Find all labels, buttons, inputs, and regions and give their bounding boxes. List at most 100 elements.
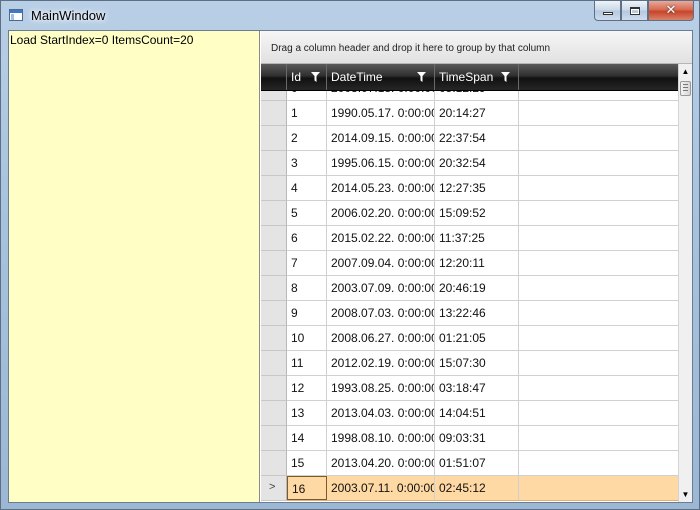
cell-timespan[interactable]: 02:45:12 <box>435 476 519 500</box>
cell-id[interactable]: 6 <box>287 226 327 250</box>
cell-id[interactable]: 3 <box>287 151 327 175</box>
cell-timespan[interactable]: 01:21:05 <box>435 326 519 350</box>
row-header[interactable] <box>261 91 287 101</box>
table-row[interactable]: 10 2008.06.27. 0:00:00 01:21:05 <box>261 326 678 351</box>
cell-datetime[interactable]: 2007.09.04. 0:00:00 <box>327 251 435 275</box>
cell-timespan[interactable]: 09:03:31 <box>435 426 519 450</box>
close-button[interactable]: ✕ <box>648 1 694 21</box>
app-window-icon[interactable] <box>9 9 23 21</box>
cell-datetime[interactable]: 1998.08.10. 0:00:00 <box>327 426 435 450</box>
cell-id[interactable]: 1 <box>287 101 327 125</box>
cell-id[interactable]: 8 <box>287 276 327 300</box>
cell-datetime[interactable]: 2008.07.03. 0:00:00 <box>327 301 435 325</box>
row-header[interactable] <box>261 101 287 126</box>
cell-id[interactable]: 15 <box>287 451 327 475</box>
group-panel[interactable]: Drag a column header and drop it here to… <box>261 31 692 64</box>
cell-datetime[interactable]: 2006.02.20. 0:00:00 <box>327 201 435 225</box>
cell-timespan[interactable]: 22:37:54 <box>435 126 519 150</box>
cell-datetime[interactable]: 2014.09.15. 0:00:00 <box>327 126 435 150</box>
table-row[interactable]: 15 2013.04.20. 0:00:00 01:51:07 <box>261 451 678 476</box>
cell-id[interactable]: 12 <box>287 376 327 400</box>
cell-id[interactable]: 4 <box>287 176 327 200</box>
cell-id[interactable]: 13 <box>287 401 327 425</box>
row-header[interactable] <box>261 151 287 176</box>
table-row[interactable]: 9 2008.07.03. 0:00:00 13:22:46 <box>261 301 678 326</box>
cell-timespan[interactable]: 15:09:52 <box>435 201 519 225</box>
table-row[interactable]: 02003.07.13. 0:00:0005:12:29 <box>261 91 678 101</box>
cell-datetime[interactable]: 1995.06.15. 0:00:00 <box>327 151 435 175</box>
row-header[interactable] <box>261 426 287 451</box>
row-header[interactable] <box>261 176 287 201</box>
scroll-up-arrow-icon[interactable]: ▲ <box>679 64 692 79</box>
cell-timespan[interactable]: 11:37:25 <box>435 226 519 250</box>
cell-timespan[interactable]: 20:46:19 <box>435 276 519 300</box>
cell-datetime[interactable]: 2003.07.13. 0:00:00 <box>327 91 435 100</box>
cell-timespan[interactable]: 12:20:11 <box>435 251 519 275</box>
row-header[interactable]: > <box>261 476 287 501</box>
scrollbar-thumb[interactable] <box>680 81 691 96</box>
column-header-timespan[interactable]: TimeSpan <box>435 64 519 90</box>
cell-datetime[interactable]: 2008.06.27. 0:00:00 <box>327 326 435 350</box>
table-row[interactable]: 8 2003.07.09. 0:00:00 20:46:19 <box>261 276 678 301</box>
column-header-id[interactable]: Id <box>287 64 327 90</box>
cell-datetime[interactable]: 2015.02.22. 0:00:00 <box>327 226 435 250</box>
row-header[interactable] <box>261 351 287 376</box>
column-header-datetime[interactable]: DateTime <box>327 64 435 90</box>
table-row[interactable]: 1 1990.05.17. 0:00:00 20:14:27 <box>261 101 678 126</box>
cell-datetime[interactable]: 2003.07.11. 0:00:00 <box>327 476 435 500</box>
row-header[interactable] <box>261 376 287 401</box>
cell-timespan[interactable]: 20:32:54 <box>435 151 519 175</box>
table-row[interactable]: 12 1993.08.25. 0:00:00 03:18:47 <box>261 376 678 401</box>
cell-id[interactable]: 14 <box>287 426 327 450</box>
cell-datetime[interactable]: 2013.04.03. 0:00:00 <box>327 401 435 425</box>
cell-timespan[interactable]: 05:12:29 <box>435 91 519 100</box>
cell-timespan[interactable]: 12:27:35 <box>435 176 519 200</box>
cell-timespan[interactable]: 20:14:27 <box>435 101 519 125</box>
table-row[interactable]: 7 2007.09.04. 0:00:00 12:20:11 <box>261 251 678 276</box>
cell-datetime[interactable]: 1990.05.17. 0:00:00 <box>327 101 435 125</box>
row-header[interactable] <box>261 401 287 426</box>
cell-id[interactable]: 2 <box>287 126 327 150</box>
row-header[interactable] <box>261 226 287 251</box>
table-row[interactable]: 2 2014.09.15. 0:00:00 22:37:54 <box>261 126 678 151</box>
filter-icon[interactable] <box>501 72 510 82</box>
table-row[interactable]: >16 2003.07.11. 0:00:00 02:45:12 <box>261 476 678 501</box>
title-bar[interactable]: MainWindow ✕ <box>1 1 699 30</box>
vertical-scrollbar[interactable]: ▲ ▼ <box>678 64 692 502</box>
cell-id[interactable]: 16 <box>287 476 327 500</box>
table-row[interactable]: 11 2012.02.19. 0:00:00 15:07:30 <box>261 351 678 376</box>
table-row[interactable]: 3 1995.06.15. 0:00:00 20:32:54 <box>261 151 678 176</box>
cell-id[interactable]: 9 <box>287 301 327 325</box>
filter-icon[interactable] <box>311 72 320 82</box>
cell-id[interactable]: 5 <box>287 201 327 225</box>
cell-timespan[interactable]: 03:18:47 <box>435 376 519 400</box>
cell-timespan[interactable]: 14:04:51 <box>435 401 519 425</box>
cell-datetime[interactable]: 2013.04.20. 0:00:00 <box>327 451 435 475</box>
cell-id[interactable]: 10 <box>287 326 327 350</box>
filter-icon[interactable] <box>417 72 426 82</box>
cell-timespan[interactable]: 13:22:46 <box>435 301 519 325</box>
cell-timespan[interactable]: 01:51:07 <box>435 451 519 475</box>
table-row[interactable]: 6 2015.02.22. 0:00:00 11:37:25 <box>261 226 678 251</box>
scroll-down-arrow-icon[interactable]: ▼ <box>679 487 692 502</box>
cell-datetime[interactable]: 2012.02.19. 0:00:00 <box>327 351 435 375</box>
row-header[interactable] <box>261 251 287 276</box>
row-header[interactable] <box>261 276 287 301</box>
cell-id[interactable]: 0 <box>287 91 327 100</box>
minimize-button[interactable] <box>594 1 621 21</box>
row-header[interactable] <box>261 326 287 351</box>
cell-datetime[interactable]: 1993.08.25. 0:00:00 <box>327 376 435 400</box>
maximize-button[interactable] <box>621 1 648 21</box>
cell-id[interactable]: 11 <box>287 351 327 375</box>
table-row[interactable]: 13 2013.04.03. 0:00:00 14:04:51 <box>261 401 678 426</box>
table-row[interactable]: 14 1998.08.10. 0:00:00 09:03:31 <box>261 426 678 451</box>
table-row[interactable]: 5 2006.02.20. 0:00:00 15:09:52 <box>261 201 678 226</box>
cell-datetime[interactable]: 2003.07.09. 0:00:00 <box>327 276 435 300</box>
cell-id[interactable]: 7 <box>287 251 327 275</box>
cell-datetime[interactable]: 2014.05.23. 0:00:00 <box>327 176 435 200</box>
row-header[interactable] <box>261 451 287 476</box>
table-row[interactable]: 4 2014.05.23. 0:00:00 12:27:35 <box>261 176 678 201</box>
cell-timespan[interactable]: 15:07:30 <box>435 351 519 375</box>
row-header[interactable] <box>261 201 287 226</box>
row-header[interactable] <box>261 126 287 151</box>
